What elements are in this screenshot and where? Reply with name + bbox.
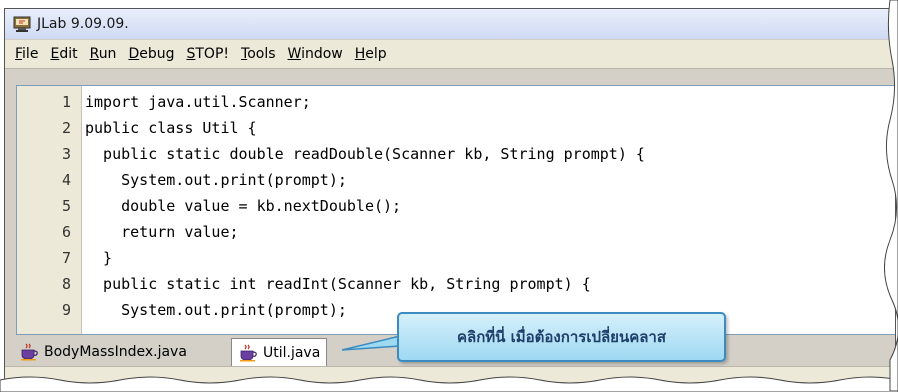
line-number: 2 <box>61 119 71 137</box>
code-line[interactable]: 2 public class Util { <box>17 117 895 139</box>
menu-bar: File Edit Run Debug STOP! Tools Window Help <box>5 40 895 69</box>
tab-bodymassindex[interactable]: BodyMassIndex.java <box>13 340 193 364</box>
line-number: 5 <box>61 197 71 215</box>
line-number: 1 <box>61 93 71 111</box>
menu-item[interactable]: Tools <box>241 46 276 62</box>
tab-util[interactable]: Util.java <box>231 338 328 367</box>
torn-edge-decoration <box>0 376 898 392</box>
menu-label-rest: elp <box>365 46 387 62</box>
code-text: import java.util.Scanner; <box>85 93 311 111</box>
menu-item[interactable]: Debug <box>128 46 174 62</box>
code-line[interactable]: 8 public static int readInt(Scanner kb, … <box>17 273 895 295</box>
code-line[interactable]: 5 double value = kb.nextDouble(); <box>17 195 895 217</box>
line-number: 9 <box>61 301 71 319</box>
line-number: 4 <box>61 171 71 189</box>
java-cup-icon <box>240 344 257 362</box>
code-text: public static double readDouble(Scanner … <box>85 145 645 163</box>
code-text: } <box>85 249 113 267</box>
code-line[interactable]: 7 } <box>17 247 895 269</box>
window-title: JLab 9.09.09. <box>37 16 129 32</box>
tab-label: Util.java <box>263 345 321 361</box>
menu-mnemonic: D <box>128 46 140 62</box>
menu-label-rest: indow <box>301 46 343 62</box>
line-number: 6 <box>61 223 71 241</box>
code-line[interactable]: 1 import java.util.Scanner; <box>17 91 895 113</box>
code-text: System.out.print(prompt); <box>85 171 347 189</box>
code-line[interactable]: 4 System.out.print(prompt); <box>17 169 895 191</box>
callout-text: คลิกที่นี่ เมื่อต้องการเปลี่ยนคลาส <box>456 328 667 346</box>
menu-item[interactable]: Window <box>288 46 343 62</box>
menu-mnemonic: E <box>50 46 60 62</box>
line-number: 7 <box>61 249 71 267</box>
line-number: 3 <box>61 145 71 163</box>
torn-edge-right <box>884 0 898 391</box>
menu-label-rest: ebug <box>139 46 175 62</box>
menu-label-rest: ile <box>22 46 39 62</box>
menu-mnemonic: F <box>15 46 23 62</box>
code-text: public static int readInt(Scanner kb, St… <box>85 275 591 293</box>
code-line[interactable]: 6 return value; <box>17 221 895 243</box>
line-number: 8 <box>61 275 71 293</box>
menu-mnemonic: W <box>287 46 302 62</box>
menu-item[interactable]: Help <box>355 46 387 62</box>
menu-mnemonic: H <box>354 46 366 62</box>
menu-item[interactable]: File <box>15 46 38 62</box>
menu-item[interactable]: Edit <box>50 46 77 62</box>
menu-label-rest: dit <box>59 46 78 62</box>
menu-label-rest: un <box>98 46 117 62</box>
menu-item[interactable]: STOP! <box>186 46 229 62</box>
code-text: double value = kb.nextDouble(); <box>85 197 402 215</box>
code-text: return value; <box>85 223 239 241</box>
code-line[interactable]: 3 public static double readDouble(Scanne… <box>17 143 895 165</box>
menu-item[interactable]: Run <box>90 46 117 62</box>
tab-label: BodyMassIndex.java <box>44 344 187 360</box>
menu-label-rest: TOP! <box>195 46 230 62</box>
java-cup-icon <box>21 343 38 361</box>
callout-annotation: คลิกที่นี่ เมื่อต้องการเปลี่ยนคลาส <box>397 312 726 362</box>
jlab-app-icon <box>13 16 31 32</box>
menu-label-rest: ools <box>247 46 276 62</box>
code-text: public class Util { <box>85 119 257 137</box>
code-text: System.out.print(prompt); <box>85 301 347 319</box>
menu-mnemonic: R <box>89 46 99 62</box>
code-editor[interactable]: 1 import java.util.Scanner; 2 public class … <box>16 85 895 335</box>
callout-pointer <box>341 335 401 351</box>
title-bar: JLab 9.09.09. <box>5 9 895 39</box>
